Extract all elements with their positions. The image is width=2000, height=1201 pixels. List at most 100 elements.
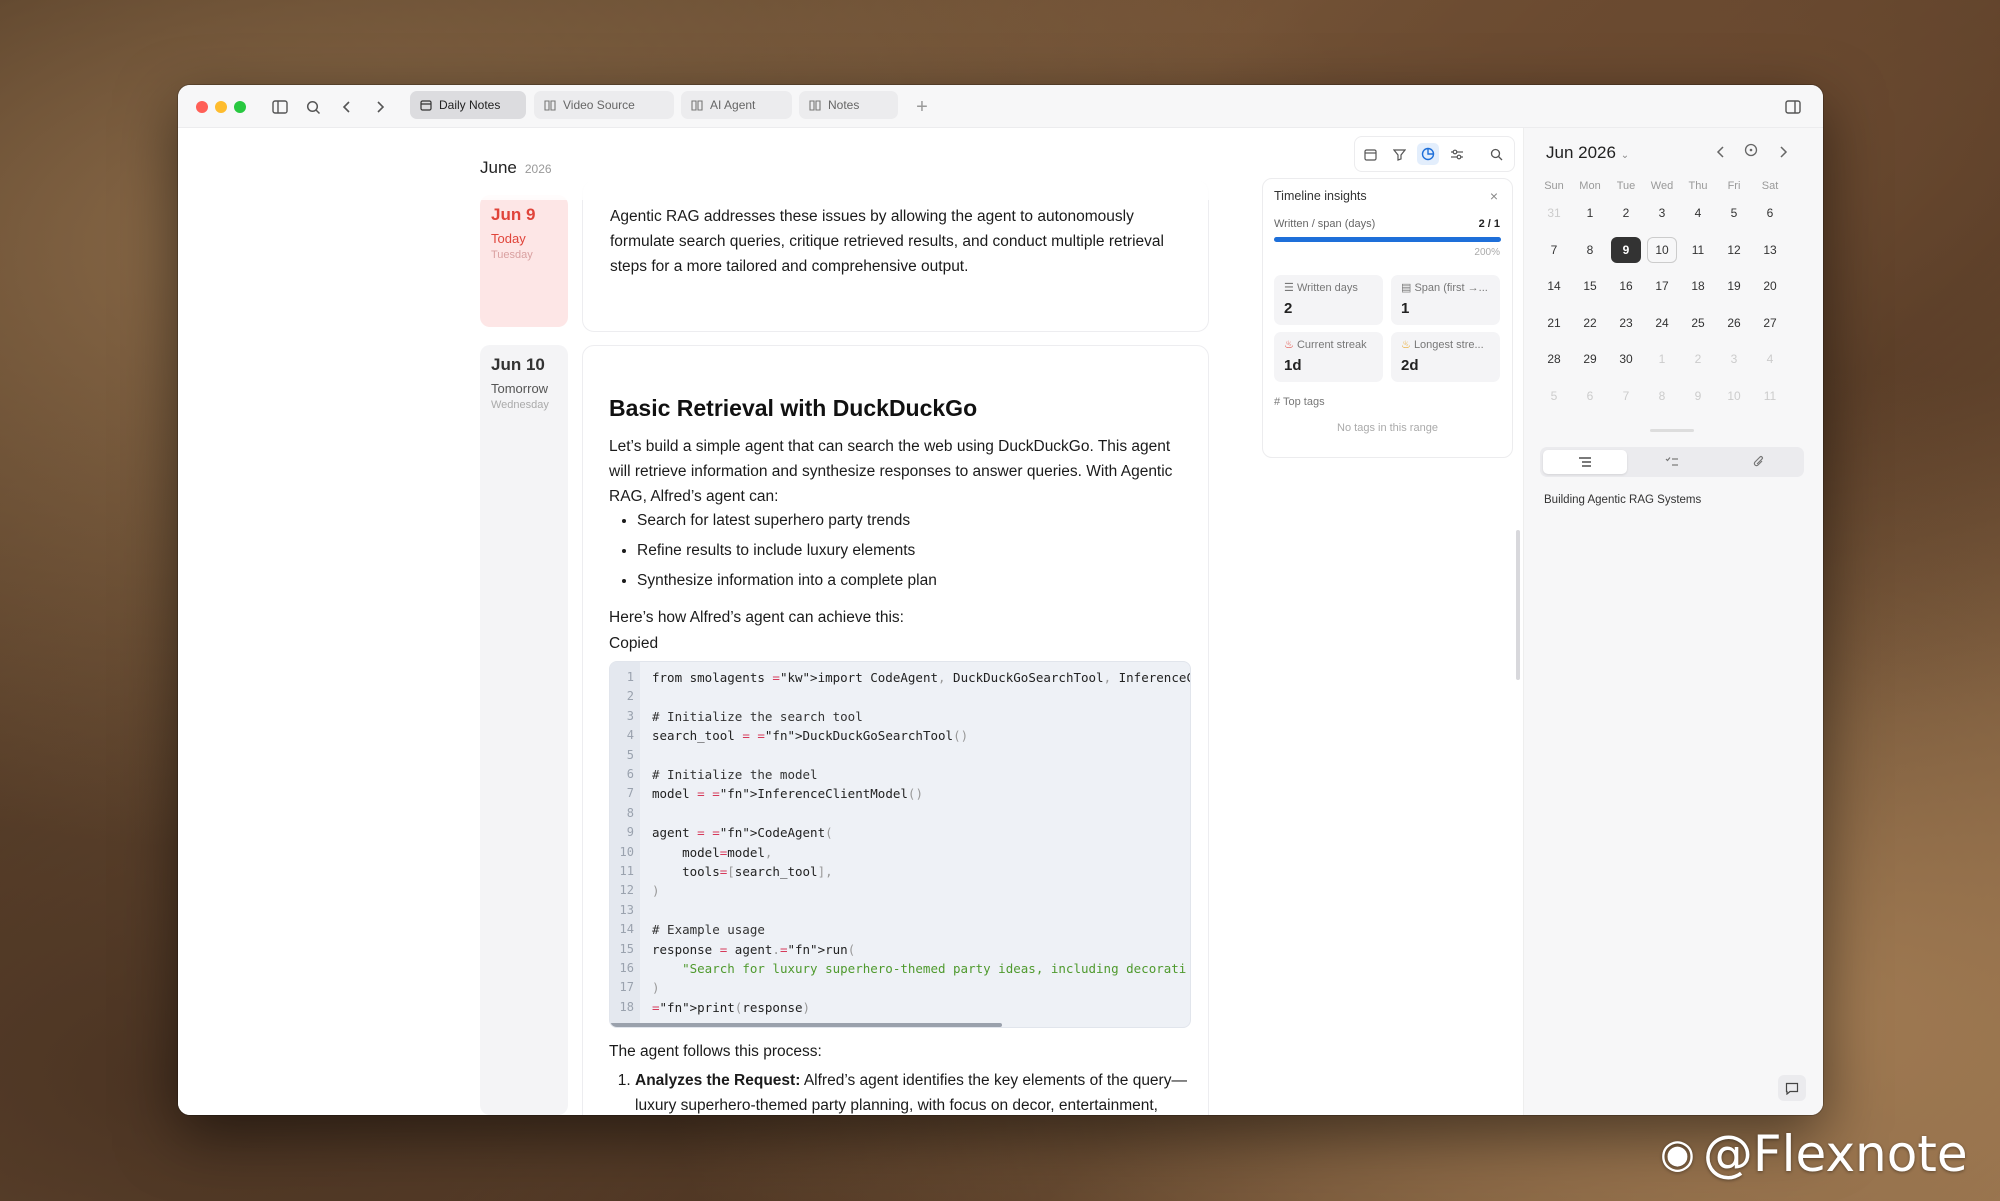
right-panel-toggle-icon[interactable] [1782, 96, 1804, 118]
sidebar-toggle-icon[interactable] [269, 96, 291, 118]
code-line: from smolagents ="kw">import CodeAgent, … [652, 670, 1190, 685]
calendar-day[interactable]: 29 [1575, 346, 1605, 372]
calendar-day[interactable]: 28 [1539, 346, 1569, 372]
calendar-day[interactable]: 19 [1719, 273, 1749, 299]
zoom-window-button[interactable] [234, 101, 246, 113]
code-line-number: 1 [626, 670, 634, 684]
calendar-day[interactable]: 1 [1575, 200, 1605, 226]
year-label: 2026 [524, 162, 552, 176]
code-block[interactable]: 1 from smolagents ="kw">import CodeAgent,… [609, 661, 1191, 1028]
tab-daily-notes[interactable]: Daily Notes [410, 91, 526, 119]
filter-icon[interactable] [1388, 143, 1410, 165]
calendar-day[interactable]: 24 [1647, 310, 1677, 336]
calendar-day[interactable]: 13 [1755, 237, 1785, 263]
calendar-day[interactable]: 4 [1755, 346, 1785, 372]
calendar-day[interactable]: 5 [1719, 200, 1749, 226]
calendar-day[interactable]: 8 [1575, 237, 1605, 263]
code-line: ) [652, 980, 660, 996]
calendar-title[interactable]: Jun 2026 ⌄ [1546, 143, 1629, 163]
calendar-day[interactable]: 16 [1611, 273, 1641, 299]
calendar-day[interactable]: 27 [1755, 310, 1785, 336]
attachments-tab-icon[interactable] [1717, 450, 1801, 474]
editor-scrollbar[interactable] [1516, 530, 1520, 680]
code-line: agent = ="fn">CodeAgent( [652, 825, 833, 841]
calendar-day[interactable]: 30 [1611, 346, 1641, 372]
calendar-day[interactable]: 7 [1611, 383, 1641, 409]
new-tab-button[interactable]: + [911, 96, 933, 118]
stat-label: Current streak [1296, 339, 1367, 351]
calendar-day[interactable]: 5 [1539, 383, 1569, 409]
close-icon[interactable]: × [1490, 188, 1498, 204]
calendar-day[interactable]: 12 [1719, 237, 1749, 263]
calendar-day[interactable]: 31 [1539, 200, 1569, 226]
calendar-day[interactable]: 20 [1755, 273, 1785, 299]
calendar-day[interactable]: 22 [1575, 310, 1605, 336]
tab-notes[interactable]: Notes [799, 91, 898, 119]
calendar-day[interactable]: 21 [1539, 310, 1569, 336]
stat-value: 1 [1401, 300, 1410, 317]
today-clock-icon[interactable] [1744, 143, 1758, 161]
calendar-day[interactable]: 15 [1575, 273, 1605, 299]
chat-bubble-icon[interactable] [1778, 1075, 1806, 1101]
close-window-button[interactable] [196, 101, 208, 113]
top-tags-label: Top tags [1282, 396, 1325, 408]
forward-arrow-icon[interactable] [369, 96, 391, 118]
calendar-day[interactable]: 9 [1683, 383, 1713, 409]
calendar-view-icon[interactable] [1359, 143, 1381, 165]
code-scrollbar[interactable] [610, 1023, 1002, 1027]
calendar-day[interactable]: 23 [1611, 310, 1641, 336]
panel-resize-handle[interactable] [1650, 429, 1694, 432]
calendar-day[interactable]: 7 [1539, 237, 1569, 263]
minimize-window-button[interactable] [215, 101, 227, 113]
prev-month-icon[interactable] [1716, 145, 1726, 162]
search-icon[interactable] [302, 96, 324, 118]
calendar-day[interactable]: 18 [1683, 273, 1713, 299]
tab-video-source[interactable]: Video Source [534, 91, 674, 119]
back-arrow-icon[interactable] [336, 96, 358, 118]
date-label: Jun 9 [491, 205, 536, 224]
calendar-day[interactable]: 4 [1683, 200, 1713, 226]
calendar-day[interactable]: 8 [1647, 383, 1677, 409]
code-line-number: 8 [626, 805, 634, 820]
outline-item[interactable]: Building Agentic RAG Systems [1544, 494, 1701, 506]
tasks-tab-icon[interactable] [1630, 450, 1714, 474]
note-card-jun-9[interactable]: Agentic RAG addresses these issues by al… [582, 180, 1209, 332]
calendar-day[interactable]: 11 [1683, 237, 1713, 263]
list-check-icon: ☰ [1284, 282, 1294, 294]
calendar-day[interactable]: 1 [1647, 346, 1677, 372]
tab-label: Notes [828, 98, 860, 112]
search-icon[interactable] [1485, 143, 1507, 165]
insights-chart-icon[interactable] [1417, 143, 1439, 165]
code-line-number: 14 [619, 922, 634, 937]
list-item: Refine results to include luxury element… [637, 538, 1184, 563]
calendar-day[interactable]: 3 [1647, 200, 1677, 226]
calendar-day[interactable]: 25 [1683, 310, 1713, 336]
outline-tab-icon[interactable] [1543, 450, 1627, 474]
calendar-day[interactable]: 3 [1719, 346, 1749, 372]
code-line-number: 10 [619, 844, 634, 859]
next-month-icon[interactable] [1778, 145, 1788, 162]
calendar-day[interactable]: 17 [1647, 273, 1677, 299]
calendar-day[interactable]: 26 [1719, 310, 1749, 336]
month-label: June [480, 158, 517, 177]
list-item: Search for latest superhero party trends [637, 508, 1184, 533]
calendar-day[interactable]: 2 [1683, 346, 1713, 372]
calendar-day[interactable]: 2 [1611, 200, 1641, 226]
calendar-day[interactable]: 11 [1755, 383, 1785, 409]
code-line: model=model, [652, 844, 773, 860]
calendar-day[interactable]: 6 [1575, 383, 1605, 409]
date-card-today[interactable]: Jun 9 Today Tuesday [480, 195, 568, 327]
timeline-insights-panel: Timeline insights × Written / span (days… [1262, 178, 1513, 458]
date-card-tomorrow[interactable]: Jun 10 Tomorrow Wednesday [480, 345, 568, 1115]
code-line: "Search for luxury superhero-themed part… [682, 961, 1187, 976]
calendar-day[interactable]: 9 [1611, 236, 1641, 263]
settings-sliders-icon[interactable] [1446, 143, 1468, 165]
calendar-day[interactable]: 10 [1647, 236, 1677, 263]
list-item: Analyzes the Request: Alfred’s agent ide… [635, 1068, 1189, 1115]
ratio-value: 2 / 1 [1478, 218, 1500, 230]
calendar-day[interactable]: 14 [1539, 273, 1569, 299]
tab-ai-agent[interactable]: AI Agent [681, 91, 792, 119]
chevron-down-icon: ⌄ [1620, 150, 1630, 161]
calendar-day[interactable]: 6 [1755, 200, 1785, 226]
calendar-day[interactable]: 10 [1719, 383, 1749, 409]
